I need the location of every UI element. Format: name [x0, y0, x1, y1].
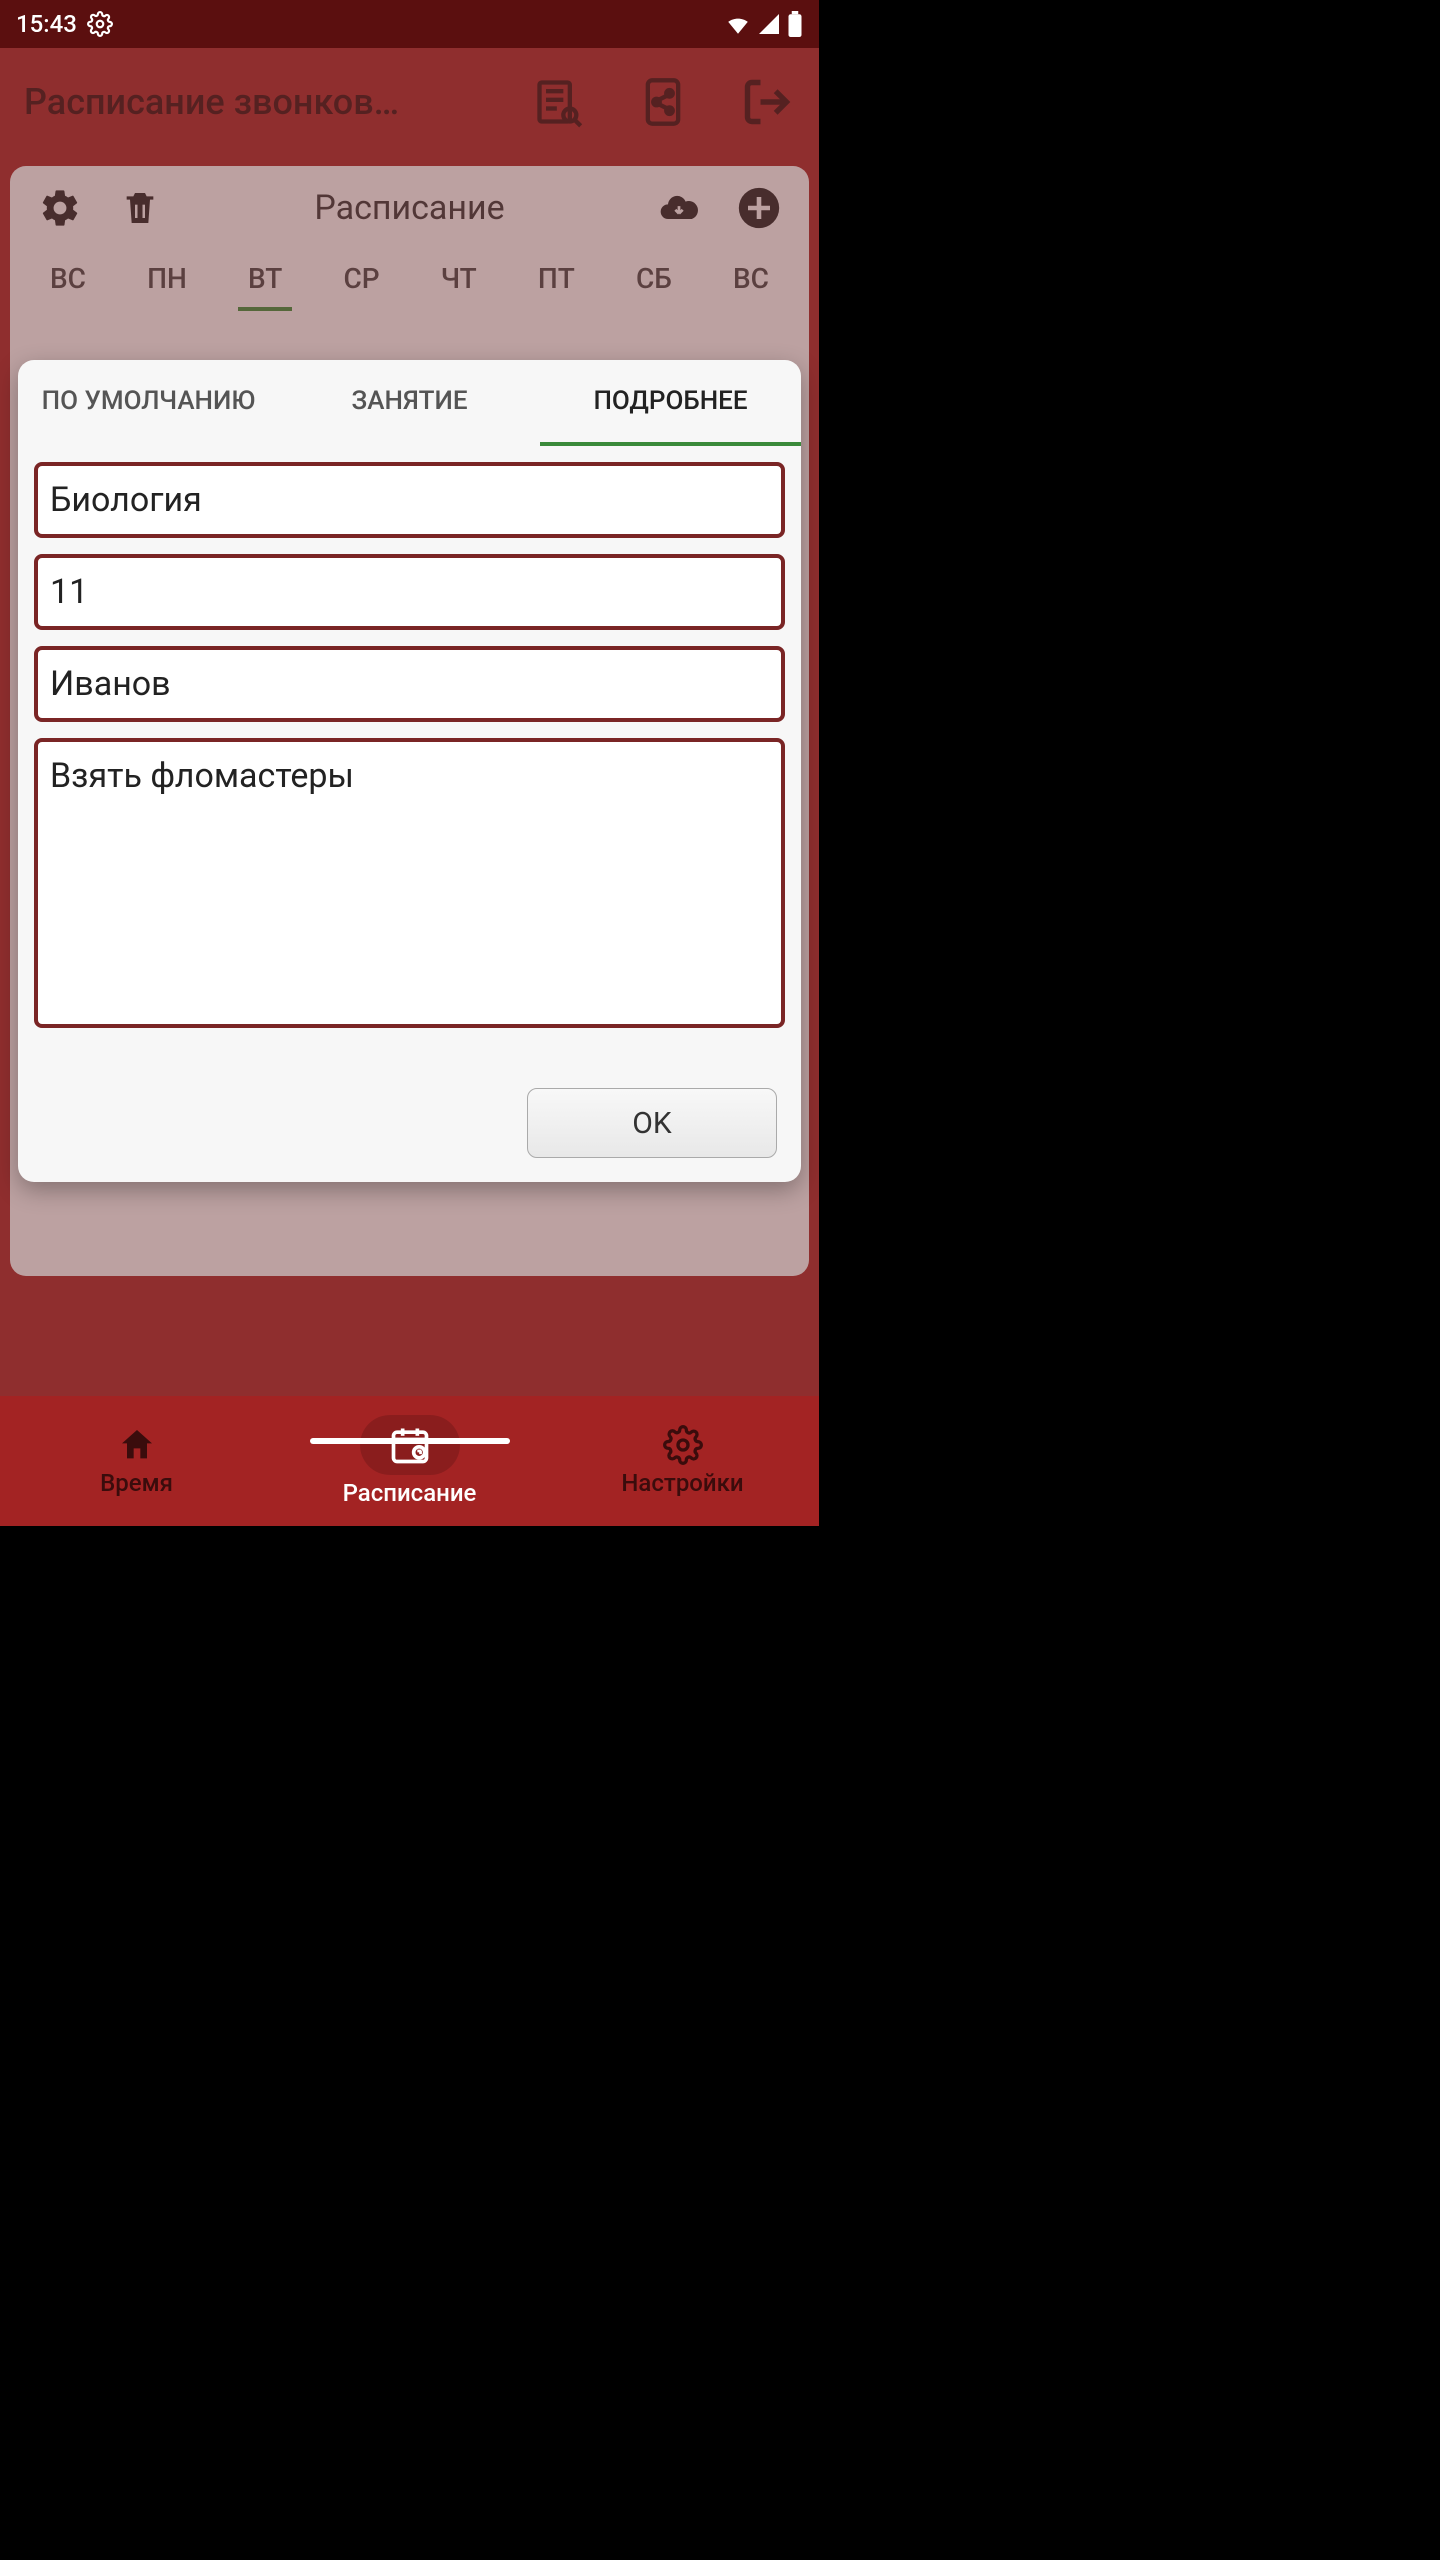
nav-schedule-label: Расписание — [343, 1479, 477, 1507]
ok-button[interactable]: OK — [527, 1088, 777, 1158]
note-textarea[interactable] — [34, 738, 785, 1028]
dialog-tab-default[interactable]: ПО УМОЛЧАНИЮ — [18, 360, 279, 446]
subject-input[interactable] — [34, 462, 785, 538]
wifi-icon — [725, 11, 751, 37]
gear-outline-icon — [87, 11, 113, 37]
room-input[interactable] — [34, 554, 785, 630]
nav-settings[interactable]: Настройки — [546, 1396, 819, 1526]
dialog-tab-lesson[interactable]: ЗАНЯТИЕ — [279, 360, 540, 446]
nav-time-label: Время — [100, 1469, 173, 1497]
teacher-input[interactable] — [34, 646, 785, 722]
status-time: 15:43 — [16, 10, 77, 38]
edit-lesson-dialog: ПО УМОЛЧАНИЮ ЗАНЯТИЕ ПОДРОБНЕЕ OK — [18, 360, 801, 1182]
dialog-tab-details[interactable]: ПОДРОБНЕЕ — [540, 360, 801, 446]
nav-time[interactable]: Время — [0, 1396, 273, 1526]
nav-schedule[interactable]: Расписание — [273, 1396, 546, 1526]
status-bar: 15:43 — [0, 0, 819, 48]
nav-handle[interactable] — [310, 1438, 510, 1444]
signal-icon — [757, 12, 781, 36]
battery-icon — [787, 11, 803, 37]
bottom-nav: Время Расписание Настройки — [0, 1396, 819, 1526]
nav-settings-label: Настройки — [621, 1469, 743, 1497]
